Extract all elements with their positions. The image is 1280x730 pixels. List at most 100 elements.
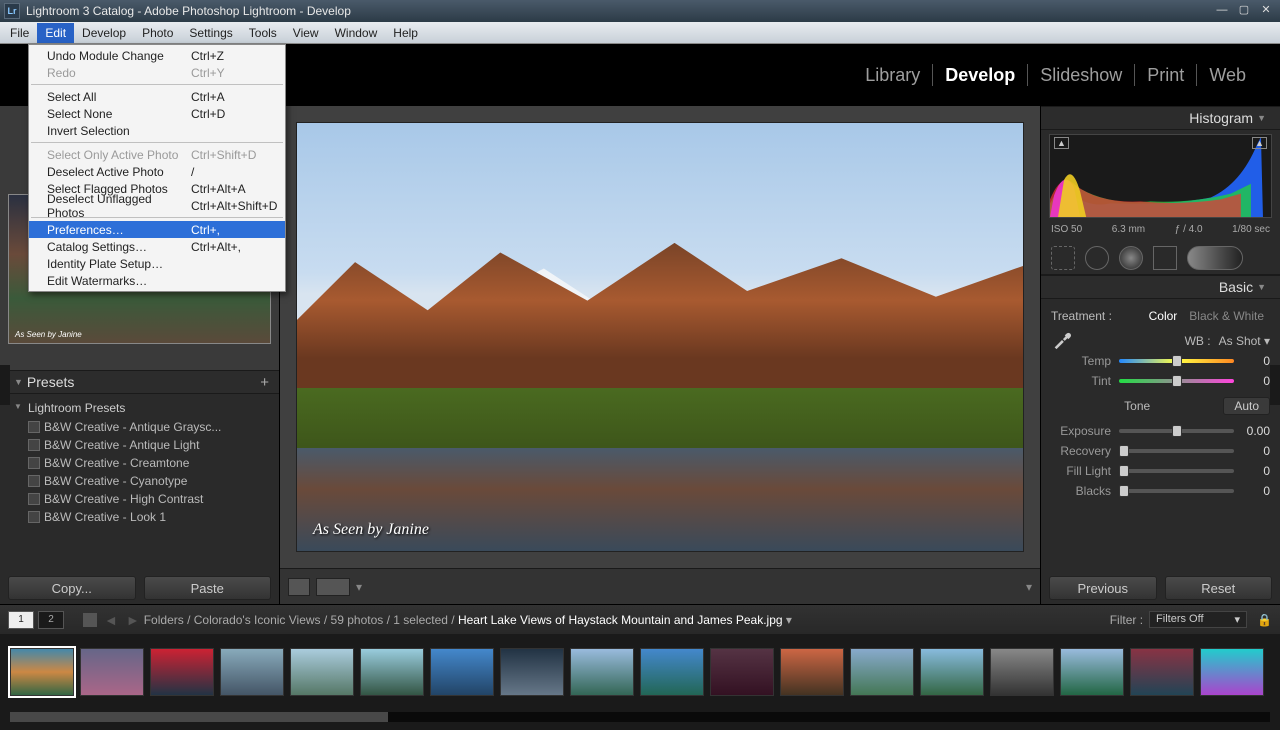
fill-slider[interactable] [1119, 469, 1234, 473]
menu-settings[interactable]: Settings [181, 23, 240, 43]
preset-item[interactable]: B&W Creative - Antique Light [0, 436, 279, 454]
blacks-slider[interactable] [1119, 489, 1234, 493]
filter-select[interactable]: Filters Off▾ [1149, 611, 1247, 628]
nav-forward-icon[interactable]: ► [122, 612, 144, 628]
filmstrip-thumb[interactable] [990, 648, 1054, 696]
treatment-bw[interactable]: Black & White [1183, 309, 1270, 323]
shadow-clip-icon[interactable]: ▲ [1054, 137, 1069, 149]
menu-view[interactable]: View [285, 23, 327, 43]
histogram-header[interactable]: Histogram ▼ [1041, 106, 1280, 130]
filmstrip-thumb[interactable] [500, 648, 564, 696]
filmstrip-thumb[interactable] [780, 648, 844, 696]
right-panel-grip[interactable] [1270, 365, 1280, 405]
tint-value[interactable]: 0 [1234, 374, 1270, 388]
tint-slider[interactable] [1119, 379, 1234, 383]
graduated-filter-icon[interactable] [1153, 246, 1177, 270]
auto-tone-button[interactable]: Auto [1223, 397, 1270, 415]
filmstrip-thumb[interactable] [1200, 648, 1264, 696]
presets-header[interactable]: ▼ Presets + [0, 370, 279, 394]
reset-button[interactable]: Reset [1165, 576, 1273, 600]
filmstrip-thumb[interactable] [220, 648, 284, 696]
menu-photo[interactable]: Photo [134, 23, 181, 43]
paste-button[interactable]: Paste [144, 576, 272, 600]
treatment-color[interactable]: Color [1143, 309, 1184, 323]
filmstrip-thumb[interactable] [1130, 648, 1194, 696]
filmstrip-thumb[interactable] [150, 648, 214, 696]
menu-develop[interactable]: Develop [74, 23, 134, 43]
filmstrip-thumb[interactable] [10, 648, 74, 696]
menu-item-preferences[interactable]: Preferences…Ctrl+, [29, 221, 285, 238]
preset-item[interactable]: B&W Creative - Look 1 [0, 508, 279, 526]
menu-item-identity-plate[interactable]: Identity Plate Setup… [29, 255, 285, 272]
secondary-monitor-button[interactable]: 2 [38, 611, 64, 629]
preset-item[interactable]: B&W Creative - Cyanotype [0, 472, 279, 490]
menu-item-select-none[interactable]: Select NoneCtrl+D [29, 105, 285, 122]
exposure-value[interactable]: 0.00 [1234, 424, 1270, 438]
menu-item-select-all[interactable]: Select AllCtrl+A [29, 88, 285, 105]
filmstrip[interactable] [0, 634, 1280, 710]
menu-window[interactable]: Window [327, 23, 386, 43]
module-slideshow[interactable]: Slideshow [1028, 65, 1134, 86]
nav-back-icon[interactable]: ◄ [100, 612, 122, 628]
fill-value[interactable]: 0 [1234, 464, 1270, 478]
module-print[interactable]: Print [1135, 65, 1196, 86]
compare-view-icon[interactable] [316, 578, 350, 596]
menu-item-catalog-settings[interactable]: Catalog Settings…Ctrl+Alt+, [29, 238, 285, 255]
menu-item-deselect-active[interactable]: Deselect Active Photo/ [29, 163, 285, 180]
module-develop[interactable]: Develop [933, 65, 1027, 86]
module-library[interactable]: Library [853, 65, 932, 86]
maximize-button[interactable]: ▢ [1234, 4, 1254, 18]
crop-tool-icon[interactable] [1051, 246, 1075, 270]
chevron-down-icon[interactable]: ▾ [1026, 580, 1032, 594]
loupe-view-icon[interactable] [288, 578, 310, 596]
add-preset-icon[interactable]: + [260, 374, 269, 391]
menu-help[interactable]: Help [385, 23, 426, 43]
recovery-value[interactable]: 0 [1234, 444, 1270, 458]
redeye-tool-icon[interactable] [1119, 246, 1143, 270]
filter-lock-icon[interactable]: 🔒 [1257, 613, 1272, 627]
menu-item-edit-watermarks[interactable]: Edit Watermarks… [29, 272, 285, 289]
filmstrip-thumb[interactable] [920, 648, 984, 696]
copy-button[interactable]: Copy... [8, 576, 136, 600]
primary-monitor-button[interactable]: 1 [8, 611, 34, 629]
wb-value[interactable]: As Shot ▾ [1219, 334, 1270, 348]
close-button[interactable]: ✕ [1256, 4, 1276, 18]
menu-item-undo[interactable]: Undo Module ChangeCtrl+Z [29, 47, 285, 64]
filmstrip-thumb[interactable] [850, 648, 914, 696]
main-image[interactable]: As Seen by Janine [296, 122, 1024, 552]
histogram-display[interactable]: ▲ ▲ [1049, 134, 1272, 218]
filmstrip-thumb[interactable] [360, 648, 424, 696]
previous-button[interactable]: Previous [1049, 576, 1157, 600]
temp-value[interactable]: 0 [1234, 354, 1270, 368]
module-web[interactable]: Web [1197, 65, 1258, 86]
preset-group[interactable]: Lightroom Presets [0, 398, 279, 418]
preset-item[interactable]: B&W Creative - High Contrast [0, 490, 279, 508]
menu-edit[interactable]: Edit [37, 23, 74, 43]
filmstrip-thumb[interactable] [1060, 648, 1124, 696]
menu-item-deselect-unflagged[interactable]: Deselect Unflagged PhotosCtrl+Alt+Shift+… [29, 197, 285, 214]
minimize-button[interactable]: — [1212, 4, 1232, 18]
filmstrip-scrollbar[interactable] [10, 712, 1270, 722]
temp-slider[interactable] [1119, 359, 1234, 363]
filmstrip-thumb[interactable] [640, 648, 704, 696]
menu-tools[interactable]: Tools [241, 23, 285, 43]
filmstrip-thumb[interactable] [710, 648, 774, 696]
spot-removal-icon[interactable] [1085, 246, 1109, 270]
filmstrip-thumb[interactable] [570, 648, 634, 696]
filmstrip-thumb[interactable] [290, 648, 354, 696]
basic-header[interactable]: Basic ▼ [1041, 275, 1280, 299]
filmstrip-thumb[interactable] [80, 648, 144, 696]
preset-item[interactable]: B&W Creative - Antique Graysc... [0, 418, 279, 436]
preset-item[interactable]: B&W Creative - Creamtone [0, 454, 279, 472]
recovery-slider[interactable] [1119, 449, 1234, 453]
chevron-down-icon[interactable]: ▾ [356, 580, 362, 594]
menu-item-invert-selection[interactable]: Invert Selection [29, 122, 285, 139]
highlight-clip-icon[interactable]: ▲ [1252, 137, 1267, 149]
menu-item-redo[interactable]: RedoCtrl+Y [29, 64, 285, 81]
left-panel-grip[interactable] [0, 365, 10, 405]
menu-file[interactable]: File [2, 23, 37, 43]
breadcrumb[interactable]: Folders / Colorado's Iconic Views / 59 p… [144, 613, 792, 627]
blacks-value[interactable]: 0 [1234, 484, 1270, 498]
exposure-slider[interactable] [1119, 429, 1234, 433]
menu-item-select-only-active[interactable]: Select Only Active PhotoCtrl+Shift+D [29, 146, 285, 163]
